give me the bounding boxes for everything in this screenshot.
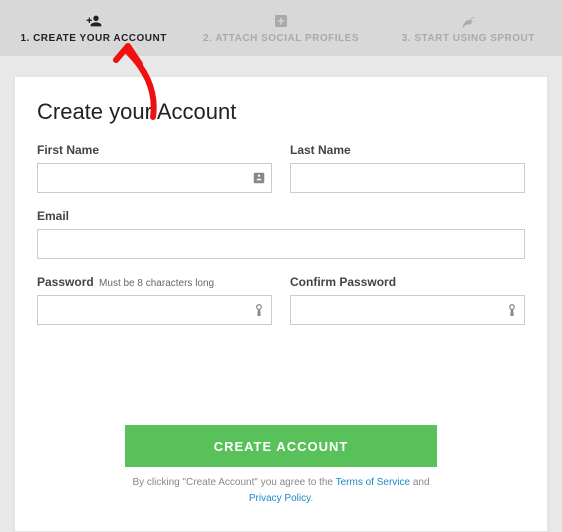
create-account-button[interactable]: CREATE ACCOUNT xyxy=(125,425,437,467)
email-input[interactable] xyxy=(37,229,525,259)
password-hint: Must be 8 characters long xyxy=(99,278,214,289)
legal-prefix: By clicking "Create Account" you agree t… xyxy=(132,477,335,488)
step-label: 2. ATTACH SOCIAL PROFILES xyxy=(203,33,359,44)
key-icon xyxy=(505,303,519,317)
legal-and: and xyxy=(410,477,429,488)
submit-area: CREATE ACCOUNT By clicking "Create Accou… xyxy=(15,425,547,507)
key-icon xyxy=(252,303,266,317)
first-name-group: First Name xyxy=(37,143,272,193)
email-group: Email xyxy=(37,209,525,259)
confirm-password-label: Confirm Password xyxy=(290,275,525,289)
password-input[interactable] xyxy=(37,295,272,325)
step-attach-profiles[interactable]: 2. ATTACH SOCIAL PROFILES xyxy=(187,0,374,56)
password-label: Password Must be 8 characters long xyxy=(37,275,272,289)
confirm-password-input[interactable] xyxy=(290,295,525,325)
password-group: Password Must be 8 characters long xyxy=(37,275,272,325)
leaf-icon xyxy=(460,13,476,29)
first-name-label: First Name xyxy=(37,143,272,157)
password-label-text: Password xyxy=(37,275,94,289)
email-label: Email xyxy=(37,209,525,223)
last-name-label: Last Name xyxy=(290,143,525,157)
person-add-icon xyxy=(86,13,102,29)
contact-card-icon xyxy=(252,171,266,185)
legal-text: By clicking "Create Account" you agree t… xyxy=(125,475,437,507)
page-title: Create your Account xyxy=(37,99,525,125)
first-name-input[interactable] xyxy=(37,163,272,193)
step-label: 1. CREATE YOUR ACCOUNT xyxy=(20,33,166,44)
privacy-policy-link[interactable]: Privacy Policy xyxy=(249,493,311,504)
step-label: 3. START USING SPROUT xyxy=(402,33,535,44)
step-create-account[interactable]: 1. CREATE YOUR ACCOUNT xyxy=(0,0,187,56)
confirm-password-group: Confirm Password xyxy=(290,275,525,325)
terms-of-service-link[interactable]: Terms of Service xyxy=(336,477,410,488)
last-name-group: Last Name xyxy=(290,143,525,193)
form-card: Create your Account First Name Last Name… xyxy=(14,76,548,532)
steps-bar: 1. CREATE YOUR ACCOUNT 2. ATTACH SOCIAL … xyxy=(0,0,562,56)
plus-square-icon xyxy=(273,13,289,29)
step-start-using[interactable]: 3. START USING SPROUT xyxy=(375,0,562,56)
legal-period: . xyxy=(310,493,313,504)
last-name-input[interactable] xyxy=(290,163,525,193)
